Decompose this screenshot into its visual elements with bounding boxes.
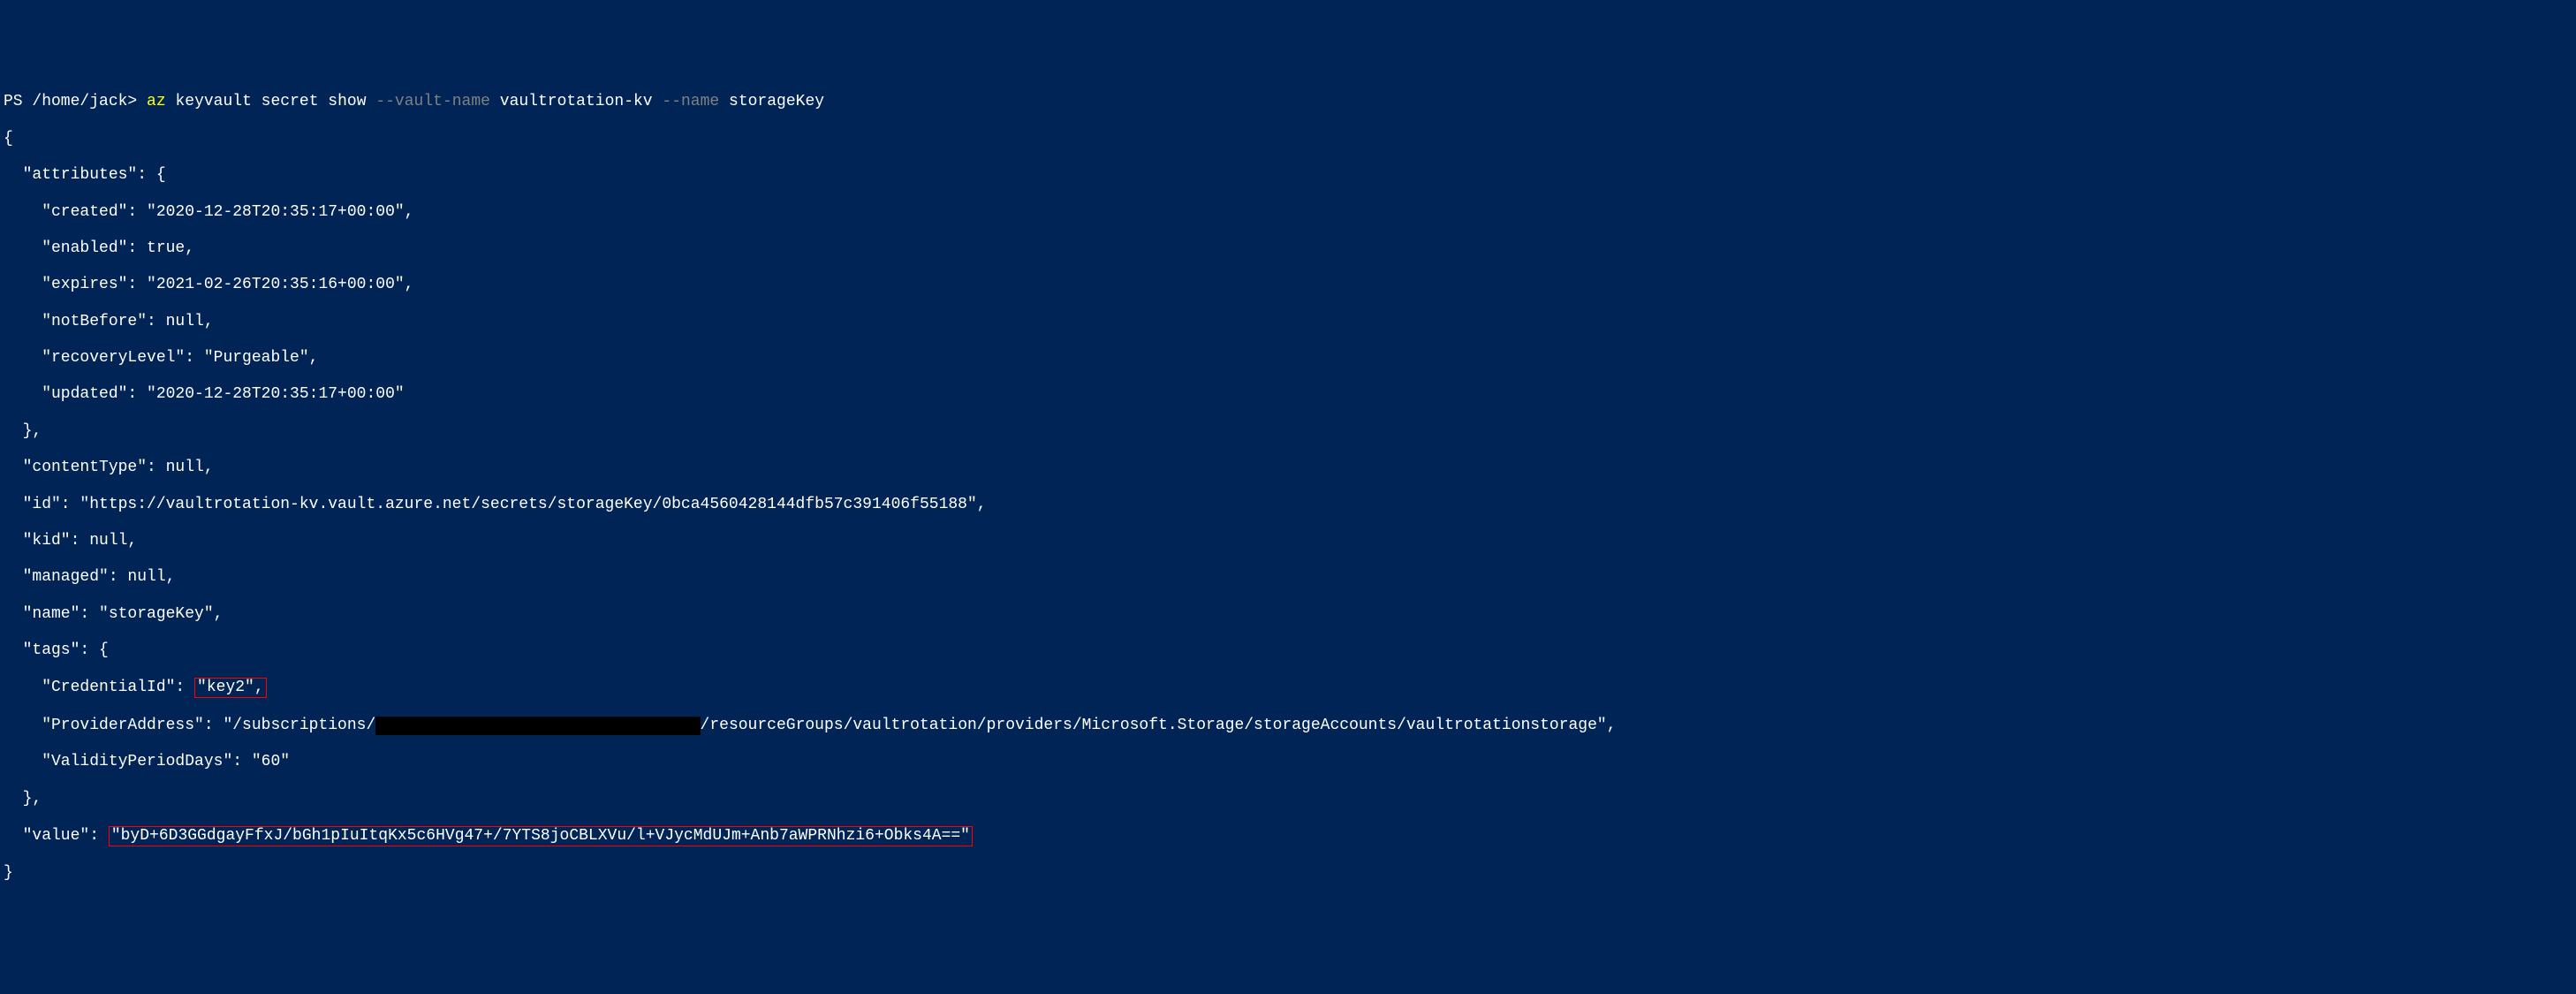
json-validityperioddays: "ValidityPeriodDays": "60" (4, 753, 2572, 771)
val-vault: vaultrotation-kv (500, 93, 653, 110)
json-tags: "tags": { (4, 641, 2572, 660)
json-open: { (4, 130, 2572, 148)
json-attributes: "attributes": { (4, 166, 2572, 185)
json-contenttype: "contentType": null, (4, 459, 2572, 477)
json-managed: "managed": null, (4, 568, 2572, 587)
flag-vault: --vault-name (375, 93, 490, 110)
credentialid-label: "CredentialId": (4, 679, 194, 696)
cmd-rest: keyvault secret show (175, 93, 366, 110)
flag-name: --name (662, 93, 719, 110)
value-highlight: "byD+6D3GGdgayFfxJ/bGh1pIuItqKx5c6HVg47+… (109, 826, 973, 846)
json-provideraddress: "ProviderAddress": "/subscriptions/ /res… (4, 717, 2572, 735)
json-updated: "updated": "2020-12-28T20:35:17+00:00" (4, 385, 2572, 404)
ps-prompt: PS /home/jack> (4, 93, 137, 110)
json-credentialid: "CredentialId": "key2", (4, 678, 2572, 698)
provideraddress-post: /resourceGroups/vaultrotation/providers/… (701, 717, 1617, 734)
provideraddress-pre: "ProviderAddress": "/subscriptions/ (4, 717, 375, 734)
value-label: "value": (4, 827, 109, 845)
redacted-subscription (375, 717, 700, 735)
credentialid-highlight: "key2", (194, 678, 267, 698)
json-attributes-close: }, (4, 422, 2572, 441)
json-name: "name": "storageKey", (4, 605, 2572, 624)
command-line: PS /home/jack> az keyvault secret show -… (4, 93, 2572, 111)
json-id: "id": "https://vaultrotation-kv.vault.az… (4, 496, 2572, 514)
json-value: "value": "byD+6D3GGdgayFfxJ/bGh1pIuItqKx… (4, 826, 2572, 846)
json-expires: "expires": "2021-02-26T20:35:16+00:00", (4, 276, 2572, 294)
json-notbefore: "notBefore": null, (4, 313, 2572, 331)
json-enabled: "enabled": true, (4, 239, 2572, 258)
terminal-output: PS /home/jack> az keyvault secret show -… (4, 75, 2572, 901)
json-recoverylevel: "recoveryLevel": "Purgeable", (4, 349, 2572, 368)
json-kid: "kid": null, (4, 532, 2572, 550)
json-created: "created": "2020-12-28T20:35:17+00:00", (4, 203, 2572, 222)
json-tags-close: }, (4, 790, 2572, 808)
val-name: storageKey (729, 93, 824, 110)
cmd-az: az (147, 93, 166, 110)
json-close: } (4, 864, 2572, 883)
